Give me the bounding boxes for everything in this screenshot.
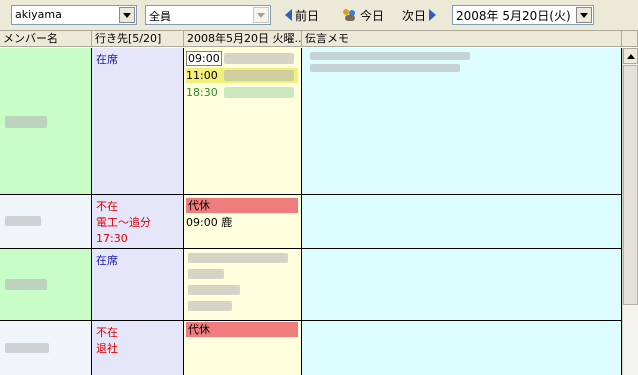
memo-text-redacted [310,64,460,72]
group-select-dropdown-icon[interactable] [253,7,269,23]
group-select[interactable]: 全員 [145,5,271,25]
member-name-redacted [5,116,47,128]
schedule-time: 11:00 [186,69,218,82]
schedule-redacted [188,269,224,279]
column-header-member[interactable]: メンバー名 [0,31,92,47]
header-filler [622,31,638,47]
destination-status: 在席 [96,254,118,267]
memo-cell[interactable] [302,48,622,195]
schedule-entry[interactable]: 09:00 [186,51,298,66]
memo-cell[interactable] [302,195,622,249]
destination-cell[interactable]: 不在 退社 [92,321,184,375]
user-select-value: akiyama [15,8,62,21]
date-select[interactable]: 2008年 5月20日(火) [452,5,594,25]
schedule-entry[interactable]: 11:00 [186,68,298,83]
destination-info: 不在 電工～追分 17:30 [96,199,151,247]
destination-info: 不在 退社 [96,325,118,357]
member-cell[interactable] [0,321,92,375]
arrow-right-icon [429,9,437,21]
destination-place: 電工～追分 [96,216,151,229]
next-day-label: 次日 [402,8,427,23]
schedule-redacted [188,301,232,311]
schedule-cell[interactable]: 代休 [184,321,302,375]
arrow-left-icon [285,9,292,21]
schedule-cell[interactable]: 09:00 11:00 18:30 [184,48,302,195]
member-cell[interactable] [0,249,92,321]
schedule-cell[interactable]: 代休 09:00 鹿 [184,195,302,249]
destination-status: 不在 [96,326,118,339]
day-off-tag[interactable]: 代休 [186,322,298,337]
schedule-entry[interactable]: 18:30 [186,85,298,100]
memo-cell[interactable] [302,321,622,375]
destination-cell[interactable]: 不在 電工～追分 17:30 [92,195,184,249]
today-button[interactable]: 今日 [342,6,384,24]
destination-status: 不在 [96,200,118,213]
schedule-redacted [188,253,288,263]
vertical-scrollbar[interactable] [622,48,638,375]
toolbar: akiyama 全員 前日 今日 次日 2008年 5月20日(火) [0,0,638,30]
schedule-time: 18:30 [186,86,218,99]
destination-cell[interactable]: 在席 [92,48,184,195]
prev-day-label: 前日 [295,8,320,23]
schedule-time: 09:00 [186,51,222,66]
memo-cell[interactable] [302,249,622,321]
date-select-dropdown-icon[interactable] [576,7,592,23]
schedule-cell[interactable] [184,249,302,321]
member-cell[interactable] [0,195,92,249]
destination-status: 在席 [96,53,118,66]
prev-day-button[interactable]: 前日 [285,6,319,24]
schedule-grid: メンバー名 行き先[5/20] 2008年5月20日 火曜... 伝言メモ 在席… [0,30,638,375]
date-select-value: 2008年 5月20日(火) [456,9,571,23]
schedule-redacted [188,285,240,295]
column-header-memo[interactable]: 伝言メモ [302,31,622,47]
memo-text-redacted [310,52,470,60]
schedule-entry[interactable]: 09:00 鹿 [186,215,232,230]
user-select-dropdown-icon[interactable] [119,7,135,23]
destination-return-time: 17:30 [96,232,128,245]
group-select-value: 全員 [149,10,171,23]
member-cell[interactable] [0,48,92,195]
today-label: 今日 [360,8,385,23]
day-off-tag[interactable]: 代休 [186,198,298,213]
column-header-destination[interactable]: 行き先[5/20] [92,31,184,47]
member-name-redacted [5,279,47,290]
member-name-redacted [5,343,49,353]
scroll-up-icon[interactable] [623,48,638,64]
column-header-schedule[interactable]: 2008年5月20日 火曜... [184,31,302,47]
destination-place: 退社 [96,342,118,355]
member-name-redacted [5,216,41,226]
next-day-button[interactable]: 次日 [402,6,437,24]
people-icon [342,8,358,22]
scroll-thumb[interactable] [623,65,638,305]
user-select[interactable]: akiyama [11,5,137,25]
destination-cell[interactable]: 在席 [92,249,184,321]
